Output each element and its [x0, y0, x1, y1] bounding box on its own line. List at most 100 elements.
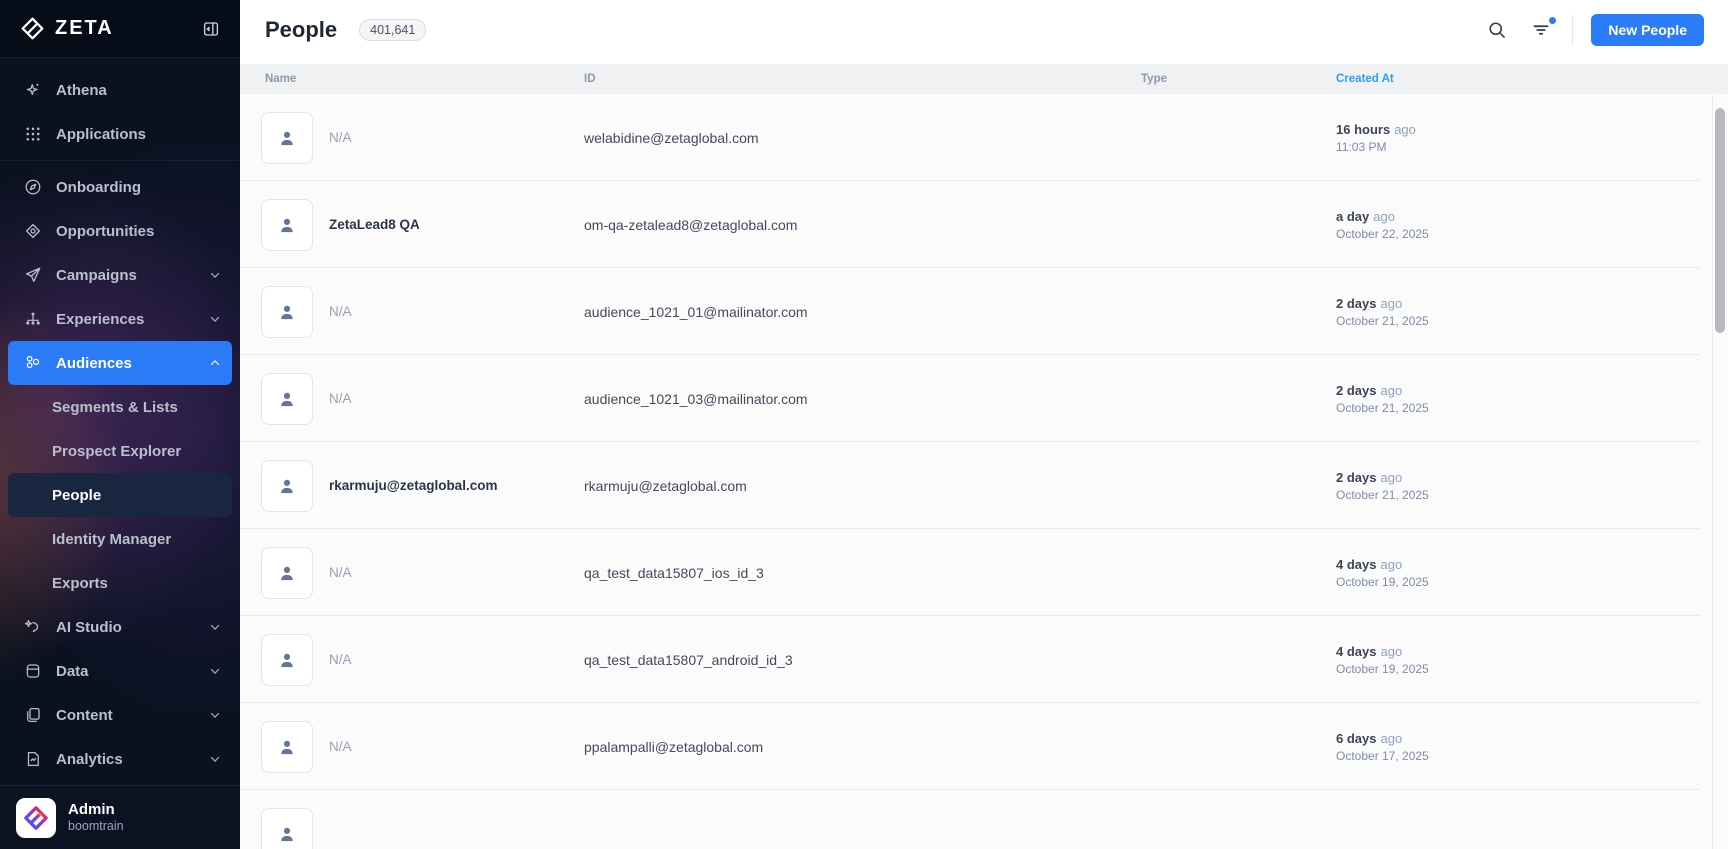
- sidebar-item-data[interactable]: Data: [0, 649, 240, 693]
- person-name: N/A: [329, 565, 352, 580]
- person-id: om-qa-zetalead8@zetaglobal.com: [584, 217, 1141, 233]
- database-icon: [24, 662, 42, 680]
- person-name: N/A: [329, 652, 352, 667]
- table-row[interactable]: N/A ppalampalli@zetaglobal.com 6 daysago…: [240, 703, 1728, 790]
- created-at-cell: 4 daysago October 19, 2025: [1336, 644, 1728, 676]
- sidebar-subitem-segments-lists[interactable]: Segments & Lists: [0, 385, 240, 429]
- sidebar-item-experiences[interactable]: Experiences: [0, 297, 240, 341]
- filter-icon[interactable]: [1528, 17, 1554, 43]
- header-divider: [1572, 15, 1573, 45]
- sidebar-item-label: AI Studio: [56, 619, 192, 636]
- sidebar-subitem-people[interactable]: People: [8, 473, 232, 517]
- sidebar-subitem-label: Exports: [52, 575, 108, 592]
- person-name: N/A: [329, 391, 352, 406]
- scrollbar-track[interactable]: [1712, 94, 1728, 849]
- table-row[interactable]: N/A qa_test_data15807_android_id_3 4 day…: [240, 616, 1728, 703]
- created-at-cell: 2 daysago October 21, 2025: [1336, 296, 1728, 328]
- created-ago-word: ago: [1380, 644, 1402, 659]
- new-people-button[interactable]: New People: [1591, 14, 1704, 46]
- main-content: People 401,641 New People Nam: [240, 0, 1728, 849]
- sidebar-item-onboarding[interactable]: Onboarding: [0, 165, 240, 209]
- table-row[interactable]: ZetaLead8 QA om-qa-zetalead8@zetaglobal.…: [240, 181, 1728, 268]
- table-row[interactable]: rkarmuju@zetaglobal.com rkarmuju@zetaglo…: [240, 442, 1728, 529]
- chevron-down-icon: [206, 752, 224, 766]
- sidebar-item-label: Campaigns: [56, 267, 192, 284]
- table-row[interactable]: N/A audience_1021_01@mailinator.com 2 da…: [240, 268, 1728, 355]
- table-row[interactable]: N/A audience_1021_03@mailinator.com 2 da…: [240, 355, 1728, 442]
- table-header: Name ID Type Created At: [240, 64, 1728, 94]
- sidebar-subitem-exports[interactable]: Exports: [0, 561, 240, 605]
- sidebar-subitem-label: Prospect Explorer: [52, 443, 181, 460]
- sidebar-subitem-prospect-explorer[interactable]: Prospect Explorer: [0, 429, 240, 473]
- sidebar-item-label: Onboarding: [56, 179, 224, 196]
- created-detail: October 19, 2025: [1336, 575, 1728, 589]
- magic-wand-icon: [24, 618, 42, 636]
- sidebar-item-campaigns[interactable]: Campaigns: [0, 253, 240, 297]
- column-header-id[interactable]: ID: [584, 73, 1141, 85]
- created-ago-word: ago: [1394, 122, 1416, 137]
- created-at-cell: 6 daysago October 17, 2025: [1336, 731, 1728, 763]
- column-header-created-at[interactable]: Created At: [1336, 73, 1728, 85]
- sidebar-subitem-identity-manager[interactable]: Identity Manager: [0, 517, 240, 561]
- person-avatar-icon: [261, 547, 313, 599]
- audience-circles-icon: [24, 354, 42, 372]
- scrollbar-thumb[interactable]: [1715, 108, 1725, 333]
- brand-name: ZETA: [55, 17, 114, 40]
- created-ago-word: ago: [1380, 470, 1402, 485]
- chevron-down-icon: [206, 312, 224, 326]
- table-row-partial[interactable]: [240, 790, 1728, 849]
- sidebar-item-label: Content: [56, 707, 192, 724]
- sidebar-item-ai-studio[interactable]: AI Studio: [0, 605, 240, 649]
- person-avatar-icon: [261, 721, 313, 773]
- sidebar-collapse-icon[interactable]: [200, 18, 222, 40]
- created-at-cell: 16 hoursago 11:03 PM: [1336, 122, 1728, 154]
- user-org: boomtrain: [68, 819, 124, 834]
- sidebar-subitem-label: Segments & Lists: [52, 399, 178, 416]
- person-name: ZetaLead8 QA: [329, 217, 420, 232]
- created-ago-word: ago: [1380, 731, 1402, 746]
- created-at-cell: 2 daysago October 21, 2025: [1336, 383, 1728, 415]
- sidebar-item-athena[interactable]: Athena: [0, 68, 240, 112]
- sidebar-item-label: Experiences: [56, 311, 192, 328]
- table-row[interactable]: N/A qa_test_data15807_ios_id_3 4 daysago…: [240, 529, 1728, 616]
- chevron-down-icon: [206, 620, 224, 634]
- created-at-cell: 4 daysago October 19, 2025: [1336, 557, 1728, 589]
- sidebar-item-content[interactable]: Content: [0, 693, 240, 737]
- sidebar-item-label: Opportunities: [56, 223, 224, 240]
- created-detail: October 21, 2025: [1336, 314, 1728, 328]
- created-ago-value: 6 days: [1336, 731, 1376, 746]
- sidebar-item-opportunities[interactable]: Opportunities: [0, 209, 240, 253]
- filter-active-dot: [1549, 17, 1556, 24]
- table-row[interactable]: N/A welabidine@zetaglobal.com 16 hoursag…: [240, 94, 1728, 181]
- nav-section-top: Athena Applications: [0, 68, 240, 161]
- sidebar: ZETA Athena: [0, 0, 240, 849]
- page-title: People: [265, 17, 337, 43]
- sidebar-item-audiences[interactable]: Audiences: [8, 341, 232, 385]
- created-detail: October 19, 2025: [1336, 662, 1728, 676]
- created-ago-word: ago: [1380, 296, 1402, 311]
- created-detail: October 22, 2025: [1336, 227, 1728, 241]
- send-icon: [24, 266, 42, 284]
- user-info: Admin boomtrain: [68, 801, 124, 834]
- chevron-up-icon: [206, 356, 224, 370]
- person-id: rkarmuju@zetaglobal.com: [584, 478, 1141, 494]
- sidebar-subitem-label: People: [52, 487, 101, 504]
- created-detail: October 21, 2025: [1336, 488, 1728, 502]
- header-actions: New People: [1484, 14, 1704, 46]
- person-name: N/A: [329, 130, 352, 145]
- sidebar-item-analytics[interactable]: Analytics: [0, 737, 240, 781]
- person-avatar-icon: [261, 199, 313, 251]
- column-header-name[interactable]: Name: [240, 73, 584, 85]
- grid-dots-icon: [24, 125, 42, 143]
- zeta-brand[interactable]: ZETA: [20, 16, 200, 41]
- chevron-down-icon: [206, 268, 224, 282]
- target-diamond-icon: [24, 222, 42, 240]
- sparkles-icon: [24, 81, 42, 99]
- sidebar-user-card[interactable]: Admin boomtrain: [0, 785, 240, 849]
- file-chart-icon: [24, 750, 42, 768]
- sidebar-item-applications[interactable]: Applications: [0, 112, 240, 156]
- compass-icon: [24, 178, 42, 196]
- column-header-type[interactable]: Type: [1141, 73, 1336, 85]
- created-ago-value: 2 days: [1336, 470, 1376, 485]
- search-icon[interactable]: [1484, 17, 1510, 43]
